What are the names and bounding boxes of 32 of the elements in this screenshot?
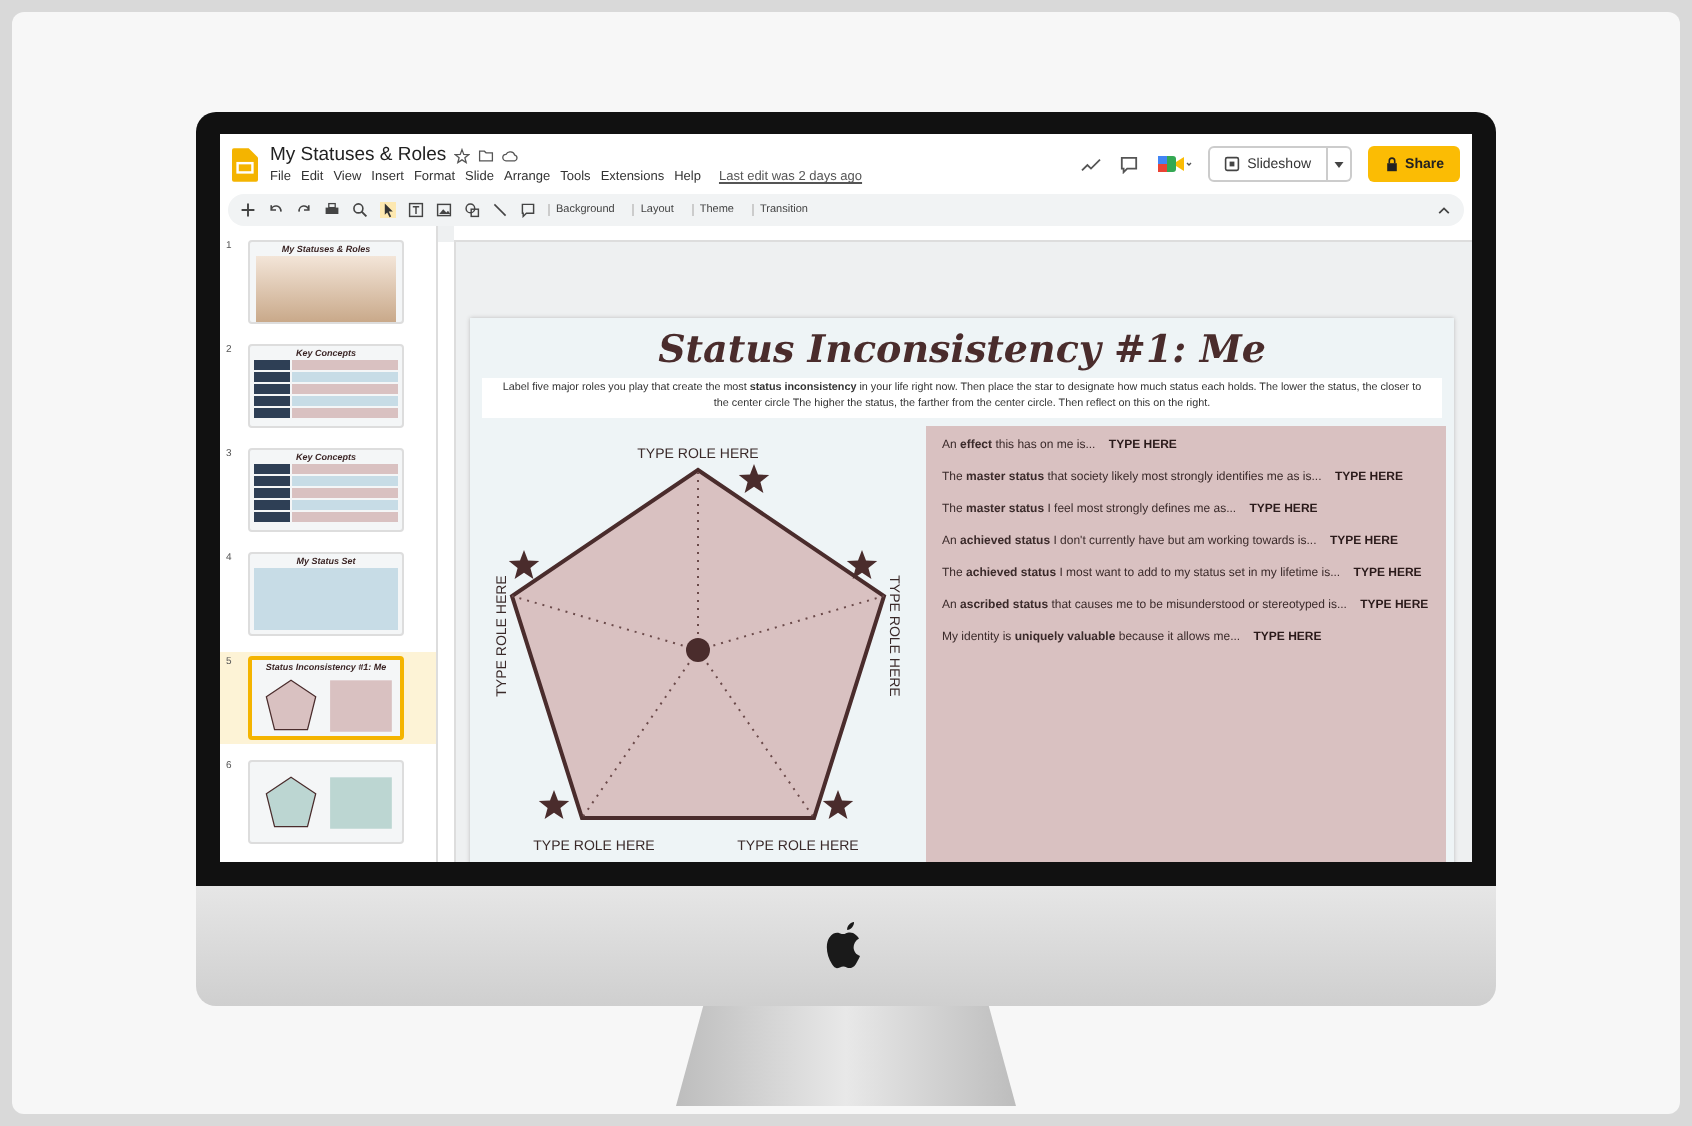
lock-icon xyxy=(1383,156,1400,172)
slide-thumbnail[interactable] xyxy=(248,760,404,844)
cursor-icon[interactable] xyxy=(380,202,396,218)
shape-icon[interactable] xyxy=(464,202,480,218)
star-icon[interactable] xyxy=(508,549,540,579)
print-icon[interactable] xyxy=(324,202,340,218)
cloud-icon[interactable] xyxy=(502,147,519,163)
video-call-icon[interactable] xyxy=(1155,154,1192,174)
slide-title: Status Inconsistency #1: Me xyxy=(658,328,1266,372)
chevron-up-icon[interactable] xyxy=(1436,202,1452,218)
apple-icon xyxy=(826,922,866,970)
star-icon[interactable] xyxy=(454,147,471,163)
folder-icon[interactable] xyxy=(478,147,495,163)
star-icon[interactable] xyxy=(822,789,854,819)
trend-icon[interactable] xyxy=(1079,155,1102,173)
text-box-icon[interactable] xyxy=(408,202,424,218)
comment-add-icon[interactable] xyxy=(520,202,536,218)
zoom-icon[interactable] xyxy=(352,202,368,218)
caret-icon xyxy=(1333,161,1344,167)
document-title[interactable]: My Statuses & Roles xyxy=(270,144,447,166)
slides-logo-icon xyxy=(232,147,258,181)
present-icon xyxy=(1223,156,1240,172)
star-icon[interactable] xyxy=(846,549,878,579)
star-icon[interactable] xyxy=(538,789,570,819)
comment-icon[interactable] xyxy=(1117,155,1140,173)
star-icon[interactable] xyxy=(738,463,770,493)
image-icon[interactable] xyxy=(436,202,452,218)
slideshow-dropdown[interactable] xyxy=(1327,146,1352,182)
add-icon[interactable] xyxy=(240,202,256,218)
redo-icon[interactable] xyxy=(296,202,312,218)
undo-icon[interactable] xyxy=(268,202,284,218)
line-icon[interactable] xyxy=(492,202,508,218)
